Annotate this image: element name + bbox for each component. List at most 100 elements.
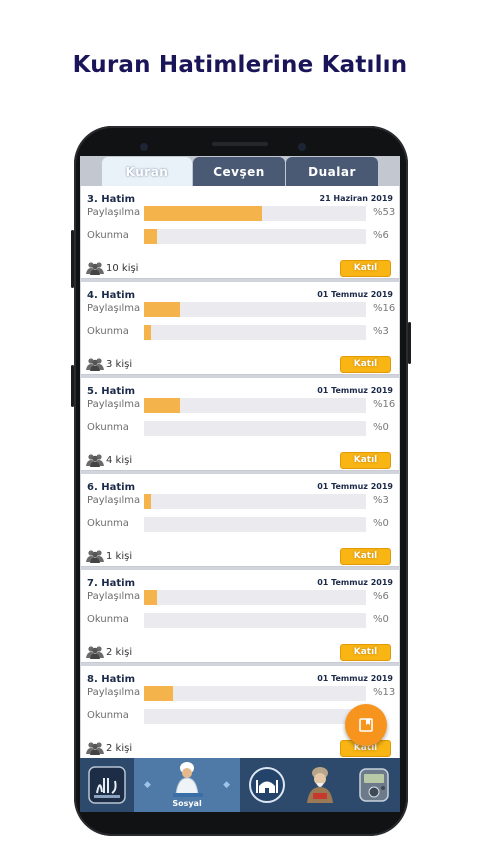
hatim-card: 5. Hatim 01 Temmuz 2019 Paylaşılma %16 Okunm…	[81, 378, 399, 471]
hatim-title: 7. Hatim	[87, 578, 135, 589]
participant-count-text: 4 kişi	[106, 454, 133, 466]
read-label: Okunma	[87, 710, 129, 721]
nav-item-tasbih[interactable]	[347, 758, 400, 812]
phone-speaker	[212, 142, 268, 146]
share-progress-fill	[144, 686, 173, 701]
hatim-date: 01 Temmuz 2019	[317, 482, 393, 491]
participant-count-text: 2 kişi	[106, 742, 133, 754]
hatim-list[interactable]: 3. Hatim 21 Haziran 2019 Paylaşılma %53 Okun…	[80, 186, 400, 758]
share-progress-fill	[144, 494, 151, 509]
phone-bixby-button	[71, 365, 74, 407]
share-label: Paylaşılma	[87, 303, 141, 314]
read-progress-fill	[144, 325, 151, 340]
read-progress-track	[144, 421, 366, 436]
people-icon	[86, 646, 104, 659]
read-progress-track	[144, 613, 366, 628]
hatim-card: 3. Hatim 21 Haziran 2019 Paylaşılma %53 Okun…	[81, 186, 399, 279]
praying-man-icon	[173, 762, 203, 797]
participant-count-text: 3 kişi	[106, 358, 133, 370]
read-progress-fill	[144, 229, 157, 244]
share-progress-track	[144, 686, 366, 701]
participant-count-text: 1 kişi	[106, 550, 133, 562]
bookmark-icon	[359, 718, 373, 732]
share-progress-fill	[144, 398, 180, 413]
share-percent: %53	[373, 207, 396, 218]
read-progress-track	[144, 325, 366, 340]
participant-count: 2 kişi	[86, 645, 132, 659]
people-icon	[86, 358, 104, 371]
phone-power-button	[408, 322, 411, 364]
read-label: Okunma	[87, 422, 129, 433]
hatim-title: 8. Hatim	[87, 674, 135, 685]
share-progress-track	[144, 398, 366, 413]
read-label: Okunma	[87, 326, 129, 337]
front-camera-icon	[140, 143, 148, 151]
share-label: Paylaşılma	[87, 591, 141, 602]
hatim-card: 7. Hatim 01 Temmuz 2019 Paylaşılma %6 Okunma…	[81, 570, 399, 663]
tab-bar: Kuran Cevşen Dualar	[80, 156, 400, 186]
join-button[interactable]: Katıl	[340, 260, 391, 277]
nav-item-reader[interactable]	[294, 758, 346, 812]
elderly-reader-icon	[307, 767, 333, 803]
nav-item-sosyal[interactable]: ◆ ◆ Sosyal	[134, 758, 240, 812]
share-percent: %16	[373, 399, 396, 410]
app-screen: Kuran Cevşen Dualar 3. Hatim 21 Haziran 2…	[80, 156, 400, 812]
participant-count: 10 kişi	[86, 261, 138, 275]
hatim-date: 21 Haziran 2019	[319, 194, 394, 203]
phone-volume-button	[71, 230, 74, 288]
read-percent: %0	[373, 614, 389, 625]
people-icon	[86, 742, 104, 755]
join-button[interactable]: Katıl	[340, 548, 391, 565]
share-progress-track	[144, 494, 366, 509]
share-label: Paylaşılma	[87, 687, 141, 698]
share-label: Paylaşılma	[87, 399, 141, 410]
share-progress-track	[144, 302, 366, 317]
hatim-title: 5. Hatim	[87, 386, 135, 397]
allah-calligraphy-icon	[87, 766, 126, 804]
read-label: Okunma	[87, 230, 129, 241]
share-progress-track	[144, 206, 366, 221]
page-headline: Kuran Hatimlerine Katılın	[72, 52, 408, 78]
bottom-navigation: ◆ ◆ Sosyal	[80, 758, 400, 812]
participant-count-text: 2 kişi	[106, 646, 133, 658]
share-progress-fill	[144, 206, 262, 221]
share-percent: %3	[373, 495, 389, 506]
tab-kuran[interactable]: Kuran	[102, 157, 192, 186]
hatim-date: 01 Temmuz 2019	[317, 386, 393, 395]
join-button[interactable]: Katıl	[340, 452, 391, 469]
nav-item-allah[interactable]	[80, 758, 133, 812]
participant-count: 2 kişi	[86, 741, 132, 755]
nav-item-mosque[interactable]	[241, 758, 293, 812]
read-progress-track	[144, 709, 366, 724]
participant-count: 3 kişi	[86, 357, 132, 371]
read-progress-track	[144, 517, 366, 532]
bookmark-fab[interactable]	[345, 704, 387, 746]
share-progress-fill	[144, 302, 180, 317]
share-percent: %13	[373, 687, 396, 698]
hatim-date: 01 Temmuz 2019	[317, 674, 393, 683]
read-label: Okunma	[87, 518, 129, 529]
people-icon	[86, 454, 104, 467]
tab-dualar[interactable]: Dualar	[286, 157, 378, 186]
people-icon	[86, 262, 104, 275]
participant-count: 1 kişi	[86, 549, 132, 563]
read-percent: %0	[373, 518, 389, 529]
read-percent: %0	[373, 422, 389, 433]
join-button[interactable]: Katıl	[340, 356, 391, 373]
hatim-title: 6. Hatim	[87, 482, 135, 493]
tab-cevsen[interactable]: Cevşen	[193, 157, 285, 186]
nav-label-sosyal: Sosyal	[172, 799, 202, 808]
hatim-title: 4. Hatim	[87, 290, 135, 301]
mosque-icon	[249, 767, 285, 803]
share-progress-track	[144, 590, 366, 605]
hatim-card: 4. Hatim 01 Temmuz 2019 Paylaşılma %16 Okunm…	[81, 282, 399, 375]
read-label: Okunma	[87, 614, 129, 625]
read-percent: %3	[373, 326, 389, 337]
participant-count: 4 kişi	[86, 453, 132, 467]
front-sensor-icon	[298, 143, 306, 151]
people-icon	[86, 550, 104, 563]
join-button[interactable]: Katıl	[340, 644, 391, 661]
share-label: Paylaşılma	[87, 495, 141, 506]
read-percent: %6	[373, 230, 389, 241]
share-progress-fill	[144, 590, 157, 605]
